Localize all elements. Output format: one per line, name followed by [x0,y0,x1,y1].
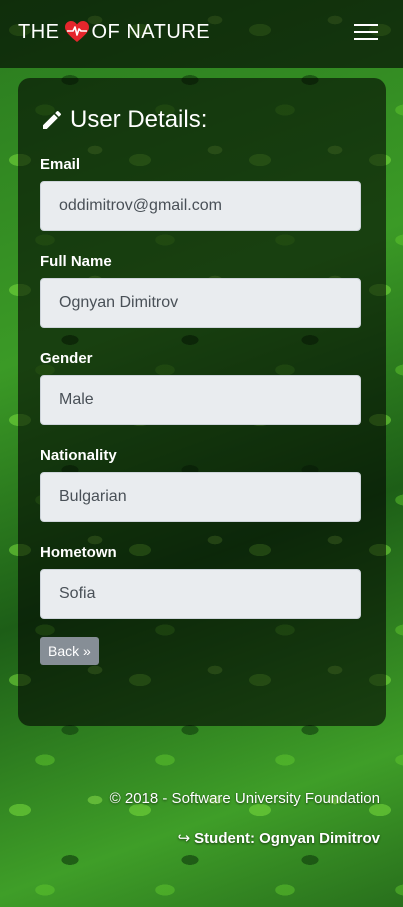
hometown-label: Hometown [40,544,117,561]
hamburger-line [354,31,378,33]
card-title: User Details: [40,106,364,134]
sign-in-arrow-icon: ↪ [177,830,191,847]
student-name: Student: Ognyan Dimitrov [194,829,380,847]
gender-field[interactable] [40,375,361,425]
email-label: Email [40,156,81,173]
hamburger-menu-icon [354,24,378,26]
student-link[interactable]: ↪ Student: Ognyan Dimitrov [110,829,380,848]
brand-logo[interactable]: THE OF NATURE [18,20,210,44]
full-name-field[interactable] [40,278,361,328]
gender-label: Gender [40,350,93,367]
hamburger-line [354,38,378,40]
nationality-field[interactable] [40,472,361,522]
email-field[interactable] [40,181,361,231]
menu-toggle-button[interactable] [347,15,385,49]
navbar: THE OF NATURE [0,0,403,68]
brand-text-right: OF NATURE [91,20,211,43]
full-name-label: Full Name [40,253,112,270]
copyright-text: © 2018 - Software University Foundation [109,790,380,807]
back-button[interactable]: Back » [40,637,99,665]
hometown-field[interactable] [40,569,361,619]
nationality-label: Nationality [40,447,117,464]
footer: © 2018 - Software University Foundation … [110,790,380,847]
pencil-icon [43,110,62,129]
card-title-text: User Details: [70,106,208,133]
heart-pulse-icon [64,20,90,44]
user-details-card: User Details: Email Full Name Gender Nat… [18,78,386,726]
brand-text-left: THE [18,20,60,43]
